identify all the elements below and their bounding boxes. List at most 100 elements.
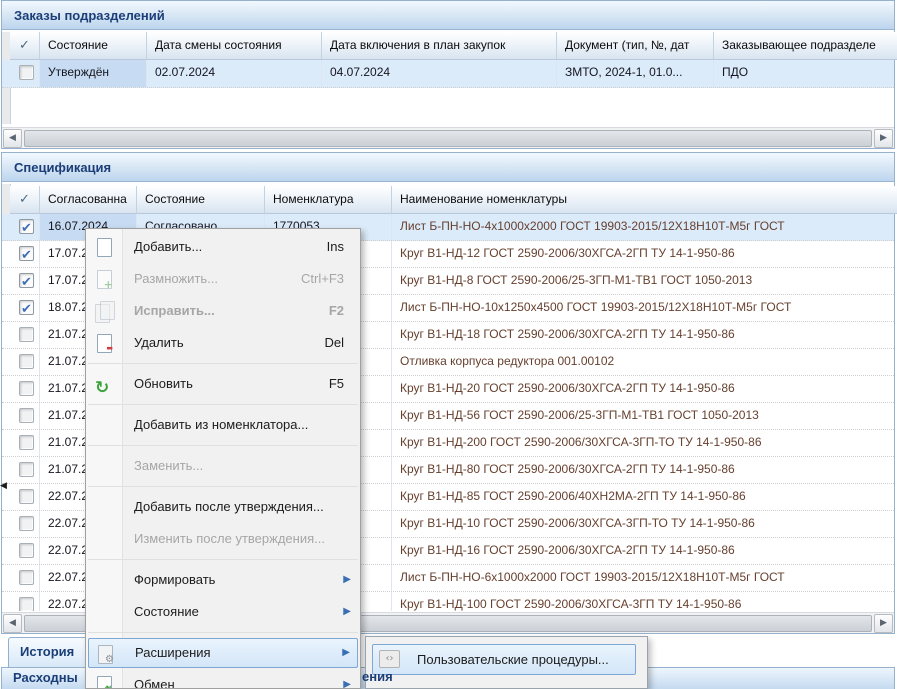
spec-cell: Круг В1-НД-16 ГОСТ 2590-2006/30ХГСА-2ГП … [392, 538, 894, 564]
row-checkbox[interactable] [19, 300, 34, 315]
menu-separator [86, 628, 360, 637]
menu-item-shortcut: F2 [329, 295, 344, 327]
menu-item-shortcut: F5 [329, 368, 344, 400]
menu-item[interactable]: Добавить из номенклатора... [86, 409, 360, 441]
spec-header-row: ✓ СогласованнаСостояниеНоменклатураНаимен… [2, 186, 894, 214]
orders-column-header[interactable]: Состояние [40, 32, 147, 60]
submenu-arrow-icon: ▶ [343, 669, 351, 689]
orders-panel: Заказы подразделений ✓СостояниеДата смен… [1, 0, 895, 149]
row-checkbox[interactable] [19, 543, 34, 558]
splitter-collapse-icon[interactable]: ◀ [0, 481, 9, 491]
menu-item[interactable]: ▬УдалитьDel [86, 327, 360, 359]
orders-column-header[interactable]: Заказывающее подразделе [714, 32, 897, 60]
submenu-arrow-icon: ▶ [343, 596, 351, 628]
checkmark-header-icon: ✓ [19, 192, 30, 207]
spec-column-header[interactable]: Номенклатура [265, 186, 392, 214]
bottom-panel-title-left: Расходны [13, 670, 78, 685]
row-checkbox[interactable] [19, 408, 34, 423]
row-checkbox-cell [10, 60, 40, 87]
menu-separator [86, 359, 360, 368]
spec-cell: Круг В1-НД-200 ГОСТ 2590-2006/30ХГСА-3ГП… [392, 430, 894, 456]
spec-cell: Лист Б-ПН-НО-4х1000х2000 ГОСТ 19903-2015… [392, 214, 894, 240]
row-checkbox[interactable] [19, 597, 34, 611]
menu-item-user-procedures[interactable]: ‹› Пользовательские процедуры... [372, 644, 636, 675]
exchange-icon: ⇅ [94, 675, 114, 689]
menu-item-label: Обновить [134, 376, 193, 391]
orders-column-header[interactable]: Документ (тип, №, дат [557, 32, 714, 60]
menu-separator [86, 482, 360, 491]
row-checkbox-cell [10, 538, 40, 564]
orders-cell: ПДО [714, 60, 897, 87]
row-checkbox-cell [10, 565, 40, 591]
menu-item: +Размножить...Ctrl+F3 [86, 263, 360, 295]
row-checkbox[interactable] [19, 219, 34, 234]
orders-column-header[interactable]: ✓ [10, 32, 40, 60]
orders-column-header[interactable]: Дата включения в план закупок [322, 32, 557, 60]
submenu-arrow-icon: ▶ [343, 564, 351, 596]
spec-column-header[interactable]: Наименование номенклатуры [392, 186, 897, 214]
orders-cell: Утверждён [40, 60, 147, 87]
orders-table-row[interactable]: Утверждён02.07.202404.07.2024ЗМТО, 2024-… [2, 60, 894, 88]
context-menu: Добавить...Ins+Размножить...Ctrl+F3Испра… [85, 228, 361, 689]
row-checkbox-cell [10, 592, 40, 611]
specification-panel-title: Спецификация [2, 153, 894, 182]
row-checkbox-cell [10, 511, 40, 537]
row-checkbox[interactable] [19, 435, 34, 450]
tab-history[interactable]: История [8, 637, 88, 667]
spec-cell: Круг В1-НД-10 ГОСТ 2590-2006/30ХГСА-3ГП-… [392, 511, 894, 537]
scroll-right-button[interactable]: ▶ [874, 614, 893, 633]
menu-item-label: Заменить... [134, 458, 203, 473]
orders-column-header[interactable]: Дата смены состояния [147, 32, 322, 60]
row-checkbox-cell [10, 214, 40, 240]
menu-item[interactable]: Формировать▶ [86, 564, 360, 596]
menu-item-label: Обмен [134, 677, 175, 689]
spec-cell: Круг В1-НД-56 ГОСТ 2590-2006/25-3ГП-М1-Т… [392, 403, 894, 429]
bottom-panel-title-right: ения [362, 669, 393, 684]
menu-item-label: Исправить... [134, 303, 215, 318]
row-checkbox-cell [10, 376, 40, 402]
menu-item[interactable]: Добавить после утверждения... [86, 491, 360, 523]
row-checkbox[interactable] [19, 246, 34, 261]
menu-item[interactable]: Состояние▶ [86, 596, 360, 628]
user-procedures-icon: ‹› [379, 650, 400, 668]
scroll-left-button[interactable]: ◀ [3, 129, 22, 148]
menu-item-label: Пользовательские процедуры... [417, 652, 609, 667]
copy-doc-icon: + [94, 269, 114, 289]
menu-item-label: Удалить [134, 335, 184, 350]
scroll-thumb[interactable] [24, 130, 872, 147]
row-checkbox-cell [10, 322, 40, 348]
row-checkbox[interactable] [19, 65, 34, 80]
menu-item[interactable]: ↻ОбновитьF5 [86, 368, 360, 400]
menu-item-shortcut: Ins [327, 231, 344, 263]
row-checkbox[interactable] [19, 489, 34, 504]
row-checkbox-cell [10, 403, 40, 429]
menu-item-label: Размножить... [134, 271, 218, 286]
orders-cell: 02.07.2024 [147, 60, 322, 87]
spec-cell: Отливка корпуса редуктора 001.00102 [392, 349, 894, 375]
spec-column-header[interactable]: Согласованна [40, 186, 137, 214]
menu-item[interactable]: ⚙Расширения▶ [88, 638, 358, 668]
row-checkbox[interactable] [19, 462, 34, 477]
spec-cell: Лист Б-ПН-НО-6х1000х2000 ГОСТ 19903-2015… [392, 565, 894, 591]
menu-item[interactable]: Добавить... Ins [86, 231, 360, 263]
row-checkbox[interactable] [19, 381, 34, 396]
row-checkbox[interactable] [19, 516, 34, 531]
spec-column-header[interactable]: ✓ [10, 186, 40, 214]
row-checkbox[interactable] [19, 273, 34, 288]
menu-item-label: Добавить... [134, 239, 202, 254]
row-checkbox[interactable] [19, 327, 34, 342]
menu-item: Исправить... F2 [86, 295, 360, 327]
spec-cell: Круг В1-НД-100 ГОСТ 2590-2006/30ХГСА-3ГП… [392, 592, 894, 611]
app-window: Заказы подразделений ✓СостояниеДата смен… [0, 0, 897, 689]
scroll-left-button[interactable]: ◀ [3, 614, 22, 633]
spec-column-header[interactable]: Состояние [137, 186, 265, 214]
menu-item-label: Расширения [135, 645, 211, 660]
menu-item[interactable]: ⇅ Обмен ▶ [86, 669, 360, 689]
menu-item-label: Добавить после утверждения... [134, 499, 324, 514]
row-checkbox[interactable] [19, 354, 34, 369]
orders-header-row: ✓СостояниеДата смены состоянияДата включ… [2, 32, 894, 60]
spec-cell: Круг В1-НД-20 ГОСТ 2590-2006/30ХГСА-2ГП … [392, 376, 894, 402]
row-checkbox[interactable] [19, 570, 34, 585]
scroll-right-button[interactable]: ▶ [874, 129, 893, 148]
extensions-icon: ⚙ [95, 644, 115, 664]
